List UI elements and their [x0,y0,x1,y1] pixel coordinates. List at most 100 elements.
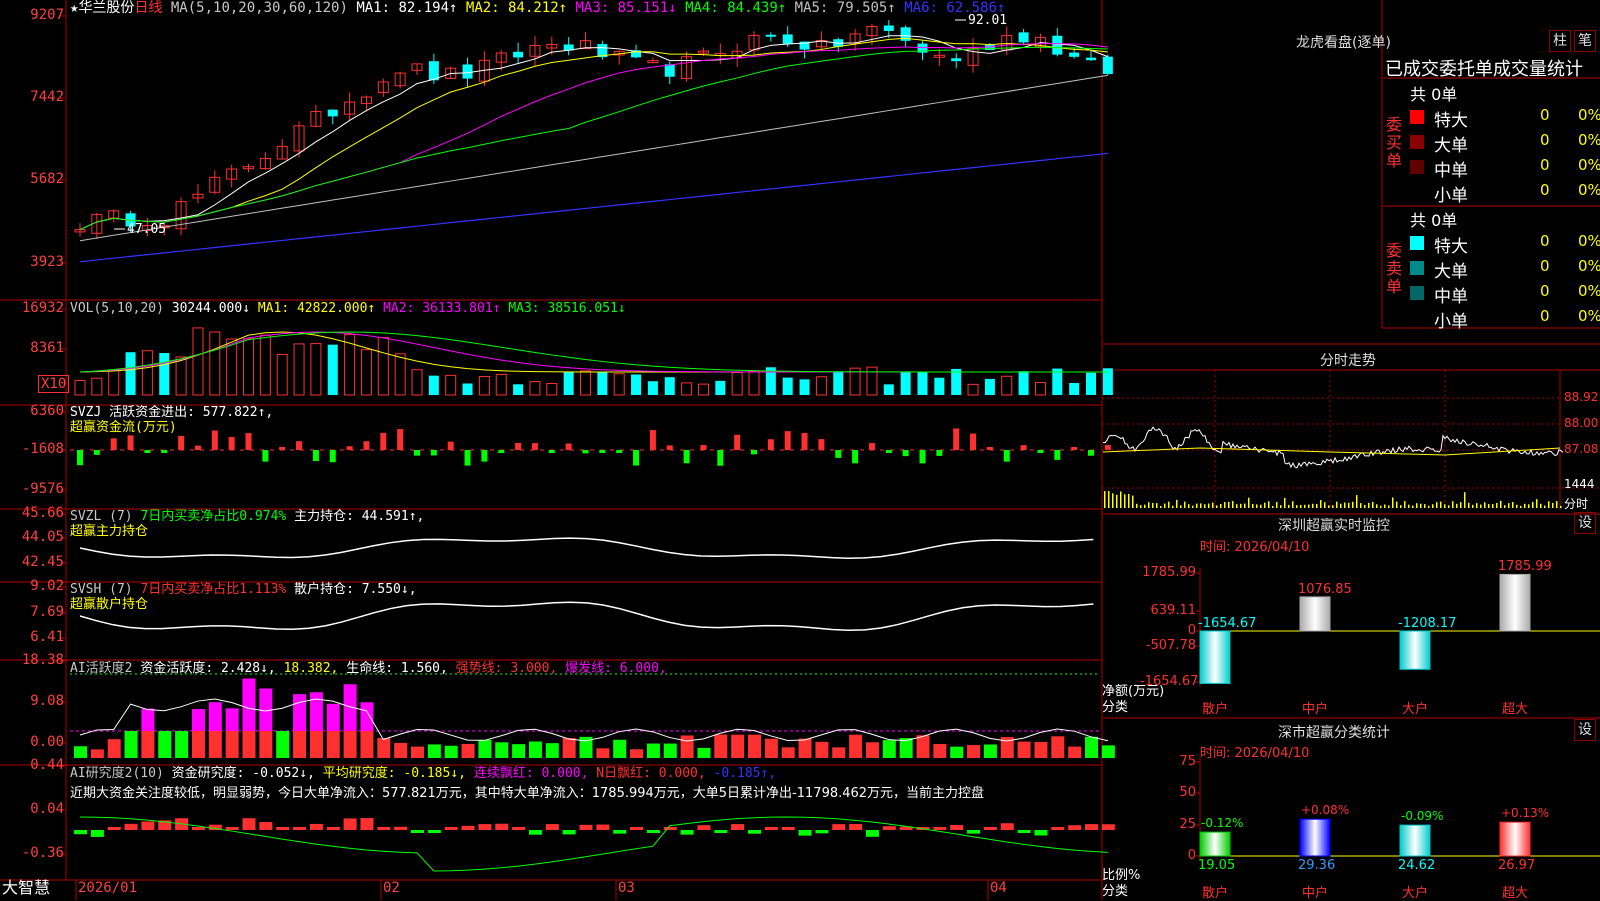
tick-mode-button[interactable]: 笔 [1574,30,1596,52]
intraday-volume-bar [1520,505,1522,508]
ai-research-bar [680,830,694,835]
intraday-volume-bar [1356,495,1358,508]
svsh-title: SVSH (7) 7日内买卖净占比1.113% 散户持仓: 7.550↓, [70,582,417,597]
volume-bar-down [597,372,608,395]
ai-research-bar [1068,825,1082,830]
volume-bar-up [310,343,322,396]
candle-down [428,61,439,81]
svzj-bar-up [700,445,707,450]
intraday-volume-bar [1436,502,1438,508]
volume-bar-down [917,371,928,395]
svzj-bar-up [1020,445,1027,450]
volume-bar-up [175,356,187,396]
intraday-volume-bar [1328,505,1330,508]
ai-activity-bar [124,731,138,758]
ai-activity-bar [360,731,374,758]
ai-activity-bar-top [293,694,307,731]
svzj-bar-down [852,450,859,464]
ai-activity-bar [411,746,424,758]
intraday-volume-bar [1316,503,1318,508]
order-percent: 0% [1578,156,1600,174]
intraday-volume-bar [1184,501,1186,508]
ai-activity-bar [1017,741,1031,758]
order-count: 0 [1540,181,1550,199]
svzj-bar-up [194,445,201,450]
intraday-volume-bar [1544,505,1546,508]
ai-research-bar [1101,824,1115,830]
volume-bar-up [74,380,86,396]
svzl-params: SVZL (7) [70,509,133,524]
ai-research-bar [293,827,307,830]
intraday-volume-bar [1264,502,1266,508]
intraday-tick-label: 88.00 [1564,416,1599,430]
intraday-volume-bar [1528,504,1530,508]
intraday-volume-bar [1360,503,1362,508]
ai-research-bar [748,830,761,834]
stats-tick-label: 0 [1187,848,1196,863]
svzj-bar-down [717,450,724,466]
svzj-bar-up [211,430,218,450]
ai-research-bar [495,823,509,830]
intraday-volume-bar [1272,505,1274,508]
intraday-volume-bar [1312,503,1314,508]
ai-research-header: AI研究度2(10) 资金研究度: -0.052↓, 平均研究度: -0.185… [70,766,776,781]
stats-tick-label: 75 [1179,754,1196,769]
ai-activity-stat-4: 强势线: 3.000, [455,661,566,676]
bar-mode-button[interactable]: 柱 [1549,30,1571,52]
ai-activity-bar [545,743,559,758]
ai-activity-bar [832,747,846,758]
intraday-volume-bar [1268,501,1270,508]
ai-research-bar [141,821,155,830]
intraday-price-line [1102,426,1564,469]
ai-activity-bar [259,731,273,758]
ai-activity-bar-top [242,678,256,731]
period-label[interactable]: 日线 [134,0,162,16]
svzj-bar-down [144,450,151,453]
monitor-settings-button[interactable]: 设 [1574,512,1596,534]
ai-activity-bar [394,742,408,758]
svzj-bar-up [953,428,960,450]
svzl-title: SVZL (7) 7日内买卖净占比0.974% 主力持仓: 44.591↑, [70,509,424,524]
ma-line-4 [79,46,1108,231]
intraday-volume-bar [1276,502,1278,508]
ai-research-bar [781,827,795,830]
ai-activity-bar [815,741,829,758]
brand-label: 大智慧 [2,878,51,897]
volume-bar-down [883,384,894,395]
monitor-value-label: -1208.17 [1398,616,1457,631]
ai-activity-bar [1051,736,1065,758]
ai-research-stat-1: 资金研究度: -0.052↓, [171,766,323,781]
order-color-swatch [1410,135,1424,149]
intraday-volume-bar [1112,493,1114,508]
ai-activity-bar-top [360,702,374,731]
ai-research-bar [815,830,829,834]
chart-canvas[interactable]: 92.0147.05 [0,0,1600,900]
ai-activity-bar [343,731,357,758]
ai-activity-bar [141,731,155,758]
intraday-volume-bar [1144,504,1146,508]
volume-bar-down [1086,372,1096,395]
intraday-volume-bar [1496,502,1498,508]
volume-bar-up [681,382,693,396]
volume-bar-up [141,350,153,396]
volume-bar-up [445,374,457,396]
order-percent: 0% [1578,131,1600,149]
intraday-volume-bar [1340,503,1342,508]
volume-bar-up [276,353,288,396]
ai-research-bar [259,822,273,830]
ai-activity-bar [781,747,795,758]
svzj-bar-down [262,450,269,462]
ai1-tick-label: 18.38 [21,652,64,668]
svzj-bar-up [178,435,185,450]
stats-tick-label: 25 [1179,817,1196,832]
stats-settings-button[interactable]: 设 [1574,719,1596,741]
ai-activity-bar [950,746,964,758]
intraday-volume-bar [1124,494,1126,508]
low-price-label: 47.05 [127,222,166,237]
intraday-volume-bar [1352,501,1354,508]
ai-activity-bar [158,731,172,758]
ai-research-bar [377,827,391,830]
svzl-tick-label: 44.05 [21,529,64,545]
intraday-volume-bar [1148,502,1150,508]
stats-category-label: 散户 [1202,886,1229,901]
